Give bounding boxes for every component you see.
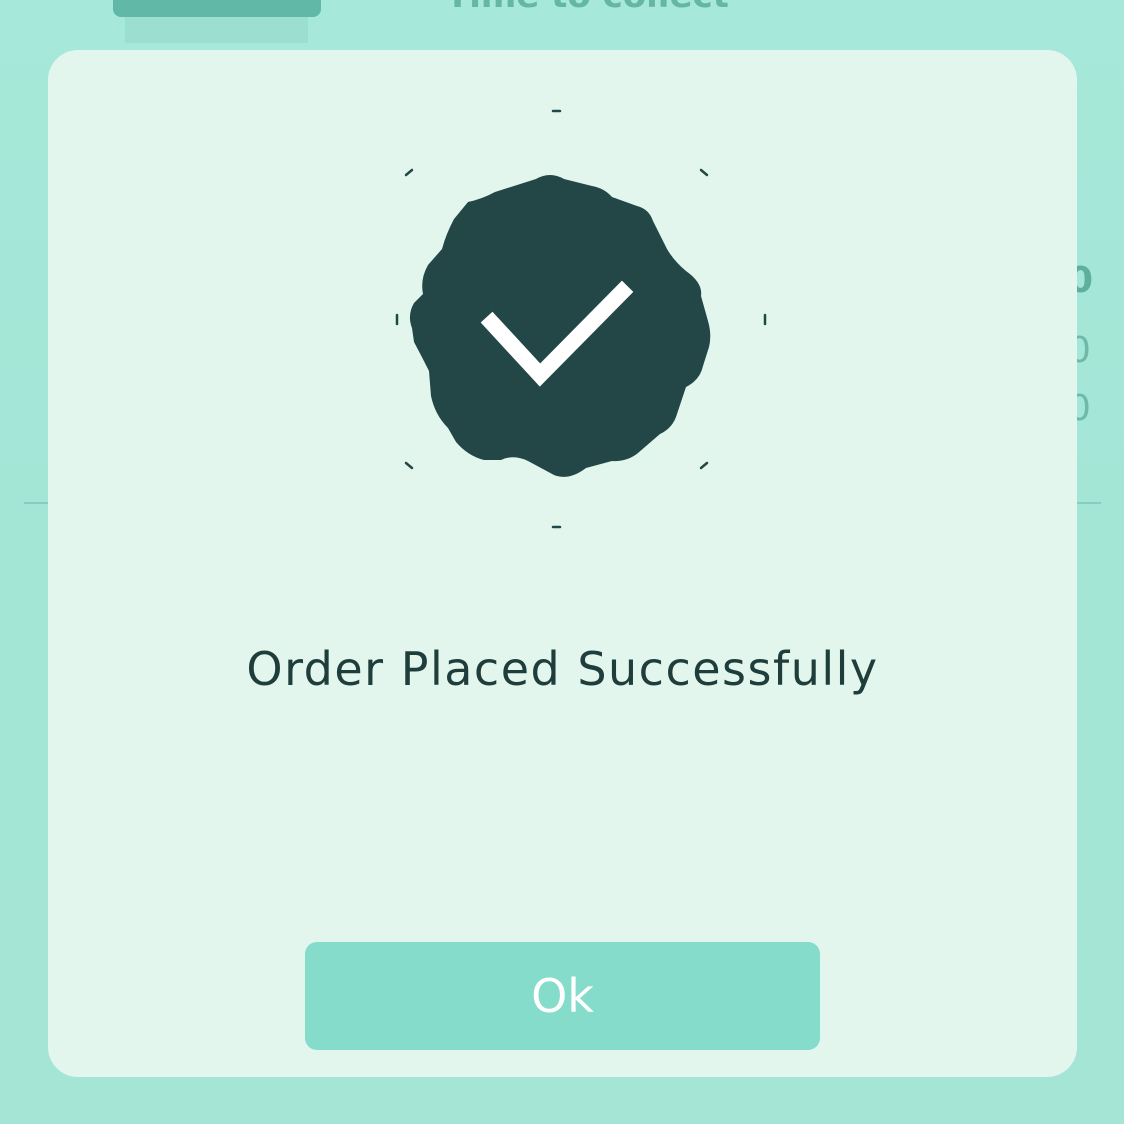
check-badge-icon: [356, 95, 776, 545]
background-divider: [1074, 502, 1101, 504]
ok-button[interactable]: Ok: [305, 942, 820, 1050]
background-tab-shadow: [125, 17, 308, 43]
background-title: Time to collect: [446, 0, 729, 16]
background-tab: [113, 0, 321, 17]
app-screen: Time to collect 0 0 0: [0, 0, 1124, 1124]
badge-shape: [409, 175, 711, 477]
success-message: Order Placed Successfully: [246, 642, 879, 696]
success-dialog: Order Placed Successfully Ok: [48, 50, 1077, 1077]
